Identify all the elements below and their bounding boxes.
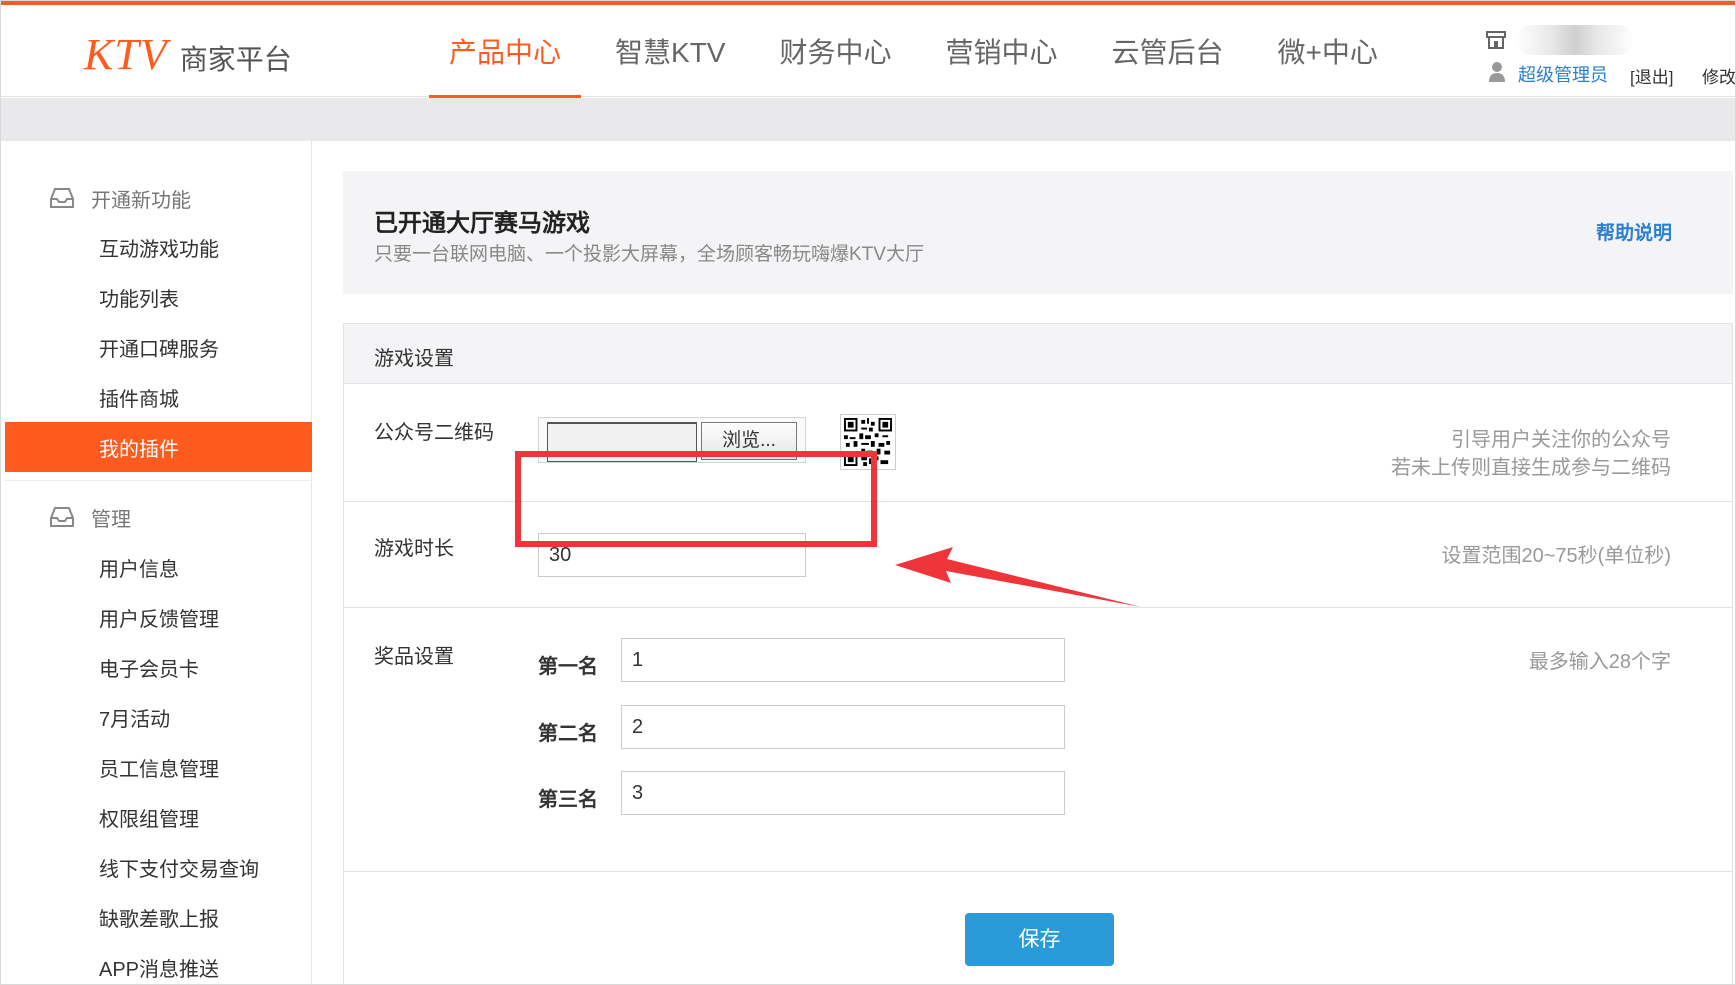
prize-input-second[interactable]: 2 <box>621 705 1065 749</box>
sidebar-item-app-push[interactable]: APP消息推送 <box>5 942 312 984</box>
sidebar-item-user-feedback[interactable]: 用户反馈管理 <box>5 592 312 642</box>
sidebar-item-interactive-games[interactable]: 互动游戏功能 <box>5 222 312 272</box>
sidebar-item-july-event[interactable]: 7月活动 <box>5 692 312 742</box>
prize-input-first[interactable]: 1 <box>621 638 1065 682</box>
inbox-icon <box>50 507 74 527</box>
store-icon <box>1486 31 1506 49</box>
prize-input-third[interactable]: 3 <box>621 771 1065 815</box>
inbox-icon <box>50 188 74 208</box>
qr-code-label: 公众号二维码 <box>374 422 494 444</box>
sidebar-item-my-plugins[interactable]: 我的插件 <box>5 422 312 472</box>
person-icon <box>1489 62 1505 82</box>
sidebar-item-missing-songs[interactable]: 缺歌差歌上报 <box>5 892 312 942</box>
app-window: KTV 商家平台 产品中心 智慧KTV 财务中心 营销中心 云管后台 微+中心 … <box>0 0 1736 985</box>
prize-row: 奖品设置 第一名 1 第二名 2 第三名 3 最多输入28个字 <box>344 608 1732 872</box>
sidebar-item-feature-list[interactable]: 功能列表 <box>5 272 312 322</box>
sidebar-item-user-info[interactable]: 用户信息 <box>5 542 312 592</box>
sidebar-group-management: 管理 <box>5 492 312 542</box>
game-settings-panel: 游戏设置 公众号二维码 浏览... 引导用户关注你的公众号 若未上传则直接生成参… <box>343 323 1733 984</box>
qr-hint-line1: 引导用户关注你的公众号 <box>1451 429 1671 451</box>
logout-link[interactable]: [退出] <box>1630 63 1673 88</box>
sidebar: 开通新功能 互动游戏功能 功能列表 开通口碑服务 插件商城 我的插件 管理 用户… <box>5 141 312 984</box>
sub-header-band <box>1 98 1735 141</box>
nav-item-marketing-center[interactable]: 营销中心 <box>926 5 1078 97</box>
qr-hint-line2: 若未上传则直接生成参与二维码 <box>1391 457 1671 479</box>
logo-subtitle: 商家平台 <box>179 44 292 75</box>
duration-label: 游戏时长 <box>374 538 454 560</box>
username-blurred <box>1516 25 1634 55</box>
sidebar-item-staff-info[interactable]: 员工信息管理 <box>5 742 312 792</box>
nav-item-cloud-admin[interactable]: 云管后台 <box>1092 5 1244 97</box>
nav-item-finance-center[interactable]: 财务中心 <box>759 5 911 97</box>
sidebar-item-plugin-store[interactable]: 插件商城 <box>5 372 312 422</box>
role-link[interactable]: 超级管理员 <box>1518 61 1608 87</box>
sidebar-item-offline-payments[interactable]: 线下支付交易查询 <box>5 842 312 892</box>
sidebar-group-label: 管理 <box>91 508 131 531</box>
banner-subtitle: 只要一台联网电脑、一个投影大屏幕，全场顾客畅玩嗨爆KTV大厅 <box>374 244 924 265</box>
modify-link[interactable]: 修改 <box>1702 63 1735 88</box>
help-link[interactable]: 帮助说明 <box>1596 218 1672 245</box>
nav-item-smart-ktv[interactable]: 智慧KTV <box>595 5 745 97</box>
sidebar-divider <box>5 480 312 481</box>
prize-label: 奖品设置 <box>374 646 454 668</box>
logo[interactable]: KTV 商家平台 <box>84 29 292 80</box>
sidebar-group-label: 开通新功能 <box>91 189 191 212</box>
logo-ktv-text: KTV <box>84 30 168 79</box>
sidebar-item-koubei-service[interactable]: 开通口碑服务 <box>5 322 312 372</box>
save-button[interactable]: 保存 <box>965 913 1114 966</box>
nav-item-wei-plus-center[interactable]: 微+中心 <box>1258 5 1398 97</box>
sidebar-item-permission-groups[interactable]: 权限组管理 <box>5 792 312 842</box>
qr-hint: 引导用户关注你的公众号 若未上传则直接生成参与二维码 <box>1391 426 1671 482</box>
banner-title: 已开通大厅赛马游戏 <box>374 210 590 237</box>
prize-hint: 最多输入28个字 <box>1528 651 1671 673</box>
sidebar-item-member-card[interactable]: 电子会员卡 <box>5 642 312 692</box>
user-area: 超级管理员 [退出] 修改 <box>1484 25 1735 88</box>
top-header: KTV 商家平台 产品中心 智慧KTV 财务中心 营销中心 云管后台 微+中心 … <box>1 1 1735 99</box>
prize-rank-first: 第一名 <box>538 656 598 678</box>
prize-rank-second: 第二名 <box>538 723 598 745</box>
sidebar-group-new-features: 开通新功能 <box>5 173 312 223</box>
nav-item-product-center[interactable]: 产品中心 <box>429 5 582 99</box>
duration-hint: 设置范围20~75秒(单位秒) <box>1441 545 1672 567</box>
panel-header: 游戏设置 <box>344 324 1732 384</box>
main-nav: 产品中心 智慧KTV 财务中心 营销中心 云管后台 微+中心 <box>429 5 1412 99</box>
plugin-banner: 已开通大厅赛马游戏 只要一台联网电脑、一个投影大屏幕，全场顾客畅玩嗨爆KTV大厅… <box>343 171 1733 294</box>
panel-title: 游戏设置 <box>374 348 454 370</box>
highlight-box <box>515 451 877 547</box>
prize-rank-third: 第三名 <box>538 789 598 811</box>
